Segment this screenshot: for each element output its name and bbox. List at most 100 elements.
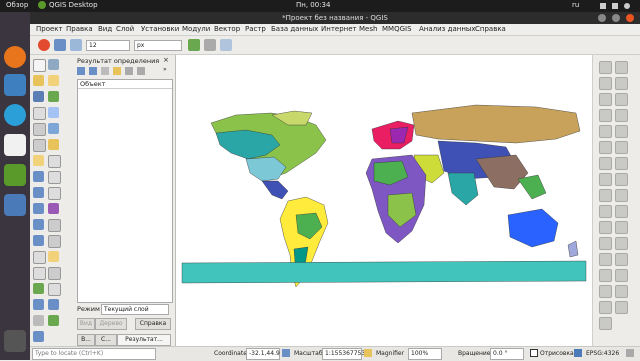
menu-raster[interactable]: Растр xyxy=(245,25,266,33)
undo-icon[interactable] xyxy=(615,141,628,154)
coordinate-field[interactable]: -32.1,44.9 xyxy=(246,348,280,360)
model-icon[interactable] xyxy=(599,109,612,122)
measure-icon[interactable] xyxy=(48,139,59,150)
unit-select[interactable]: px xyxy=(134,40,182,51)
clock[interactable]: Пн, 00:34 xyxy=(296,1,330,9)
trim-icon[interactable] xyxy=(615,301,628,314)
text-editor-icon[interactable] xyxy=(4,134,26,156)
extent-icon[interactable] xyxy=(282,349,290,357)
buffer-icon[interactable] xyxy=(599,125,612,138)
telegram-icon[interactable] xyxy=(4,104,26,126)
cross-icon[interactable] xyxy=(204,39,216,51)
magnifier-field[interactable]: 100% xyxy=(408,348,442,360)
maximize-button[interactable] xyxy=(612,14,620,22)
processing-icon[interactable] xyxy=(599,61,612,74)
qgis-icon[interactable] xyxy=(4,164,26,186)
record-icon[interactable] xyxy=(38,39,50,51)
zoom-last-icon[interactable] xyxy=(33,235,44,246)
rotation-field[interactable]: 0.0 ° xyxy=(490,348,524,360)
plugin-icon[interactable] xyxy=(48,315,59,326)
toolbox-icon[interactable] xyxy=(599,77,612,90)
grid-icon[interactable] xyxy=(48,299,59,310)
menu-vector[interactable]: Вектор xyxy=(214,25,240,33)
menu-view[interactable]: Вид xyxy=(98,25,112,33)
add-vector-icon[interactable] xyxy=(48,75,59,86)
snapping-icon[interactable] xyxy=(70,39,82,51)
statistics-icon[interactable] xyxy=(48,187,61,200)
minimize-button[interactable] xyxy=(598,14,606,22)
new-map-view-icon[interactable] xyxy=(33,267,46,280)
tree-button[interactable]: Дерево xyxy=(95,318,127,330)
menu-layer[interactable]: Слой xyxy=(116,25,134,33)
layout-manager-icon[interactable] xyxy=(33,123,46,136)
close-button[interactable] xyxy=(626,14,634,22)
results-tree[interactable]: Объект xyxy=(77,79,173,303)
vertex-edit-icon[interactable] xyxy=(615,61,628,74)
annotation-icon[interactable] xyxy=(48,219,61,232)
tab-results[interactable]: Результат... xyxy=(117,334,171,346)
history-icon[interactable] xyxy=(599,93,612,106)
redo-icon[interactable] xyxy=(615,157,628,170)
qgis-2-icon[interactable] xyxy=(4,194,26,216)
identify-icon[interactable] xyxy=(48,123,59,134)
volume-icon[interactable] xyxy=(612,3,618,9)
menu-plugins[interactable]: Модули xyxy=(182,25,210,33)
more-icon[interactable]: » xyxy=(163,66,167,73)
intersect-icon[interactable] xyxy=(599,189,612,202)
delete-feature-icon[interactable] xyxy=(615,93,628,106)
scale-field[interactable]: 1:155367753 xyxy=(322,348,365,360)
tab-browser[interactable]: В... xyxy=(77,334,95,346)
refresh-icon[interactable] xyxy=(33,251,46,264)
menu-edit[interactable]: Правка xyxy=(66,25,93,33)
split-icon[interactable] xyxy=(599,237,612,250)
help-button[interactable]: Справка xyxy=(135,318,171,330)
delete-ring-icon[interactable] xyxy=(615,205,628,218)
locator-search[interactable]: Type to locate (Ctrl+K) xyxy=(32,348,156,360)
zoom-layer-icon[interactable] xyxy=(33,219,44,230)
collapse-icon[interactable] xyxy=(89,67,97,75)
show-apps-icon[interactable] xyxy=(4,330,26,352)
overview-button[interactable]: Обзор xyxy=(6,1,28,9)
print-layout-icon[interactable] xyxy=(33,107,46,120)
menu-analysis[interactable]: Анализ данных xyxy=(419,25,476,33)
open-project-icon[interactable] xyxy=(33,75,44,86)
language-indicator[interactable]: ru xyxy=(572,1,579,9)
power-icon[interactable] xyxy=(624,3,630,9)
trace-icon[interactable] xyxy=(220,39,232,51)
map-canvas[interactable] xyxy=(176,55,592,346)
difference-icon[interactable] xyxy=(599,173,612,186)
system-monitor-icon[interactable] xyxy=(4,74,26,96)
fill-ring-icon[interactable] xyxy=(615,189,628,202)
select-feature-icon[interactable] xyxy=(33,331,44,342)
view-button[interactable]: Вид xyxy=(77,318,95,330)
clip-icon[interactable] xyxy=(599,141,612,154)
network-icon[interactable] xyxy=(600,3,606,9)
menu-database[interactable]: База данных xyxy=(271,25,318,33)
label-icon[interactable] xyxy=(33,315,44,326)
add-part-icon[interactable] xyxy=(615,221,628,234)
delete-part-icon[interactable] xyxy=(615,237,628,250)
move-feature-icon[interactable] xyxy=(615,77,628,90)
zoom-in-icon[interactable] xyxy=(33,171,44,182)
expand-icon[interactable] xyxy=(77,67,85,75)
merge-attrs-icon[interactable] xyxy=(615,269,628,282)
menu-mmqgis[interactable]: MMQGIS xyxy=(382,25,412,33)
lock-icon[interactable] xyxy=(364,349,372,357)
menu-help[interactable]: Справка xyxy=(475,25,506,33)
map-tips-icon[interactable] xyxy=(48,251,59,262)
add-mesh-icon[interactable] xyxy=(48,107,59,118)
firefox-icon[interactable] xyxy=(4,46,26,68)
size-input[interactable]: 12 xyxy=(86,40,130,51)
simplify-icon[interactable] xyxy=(615,253,628,266)
clear-icon[interactable] xyxy=(101,67,109,75)
zoom-full-icon[interactable] xyxy=(33,203,44,214)
print-icon[interactable] xyxy=(125,67,133,75)
scale-icon[interactable] xyxy=(599,285,612,298)
tab-layers[interactable]: С... xyxy=(95,334,117,346)
copy-icon[interactable] xyxy=(113,67,121,75)
settings-icon[interactable] xyxy=(137,67,145,75)
reverse-line-icon[interactable] xyxy=(615,285,628,298)
vertex-tool-icon[interactable] xyxy=(54,39,66,51)
union-icon[interactable] xyxy=(599,157,612,170)
add-ring-icon[interactable] xyxy=(615,173,628,186)
